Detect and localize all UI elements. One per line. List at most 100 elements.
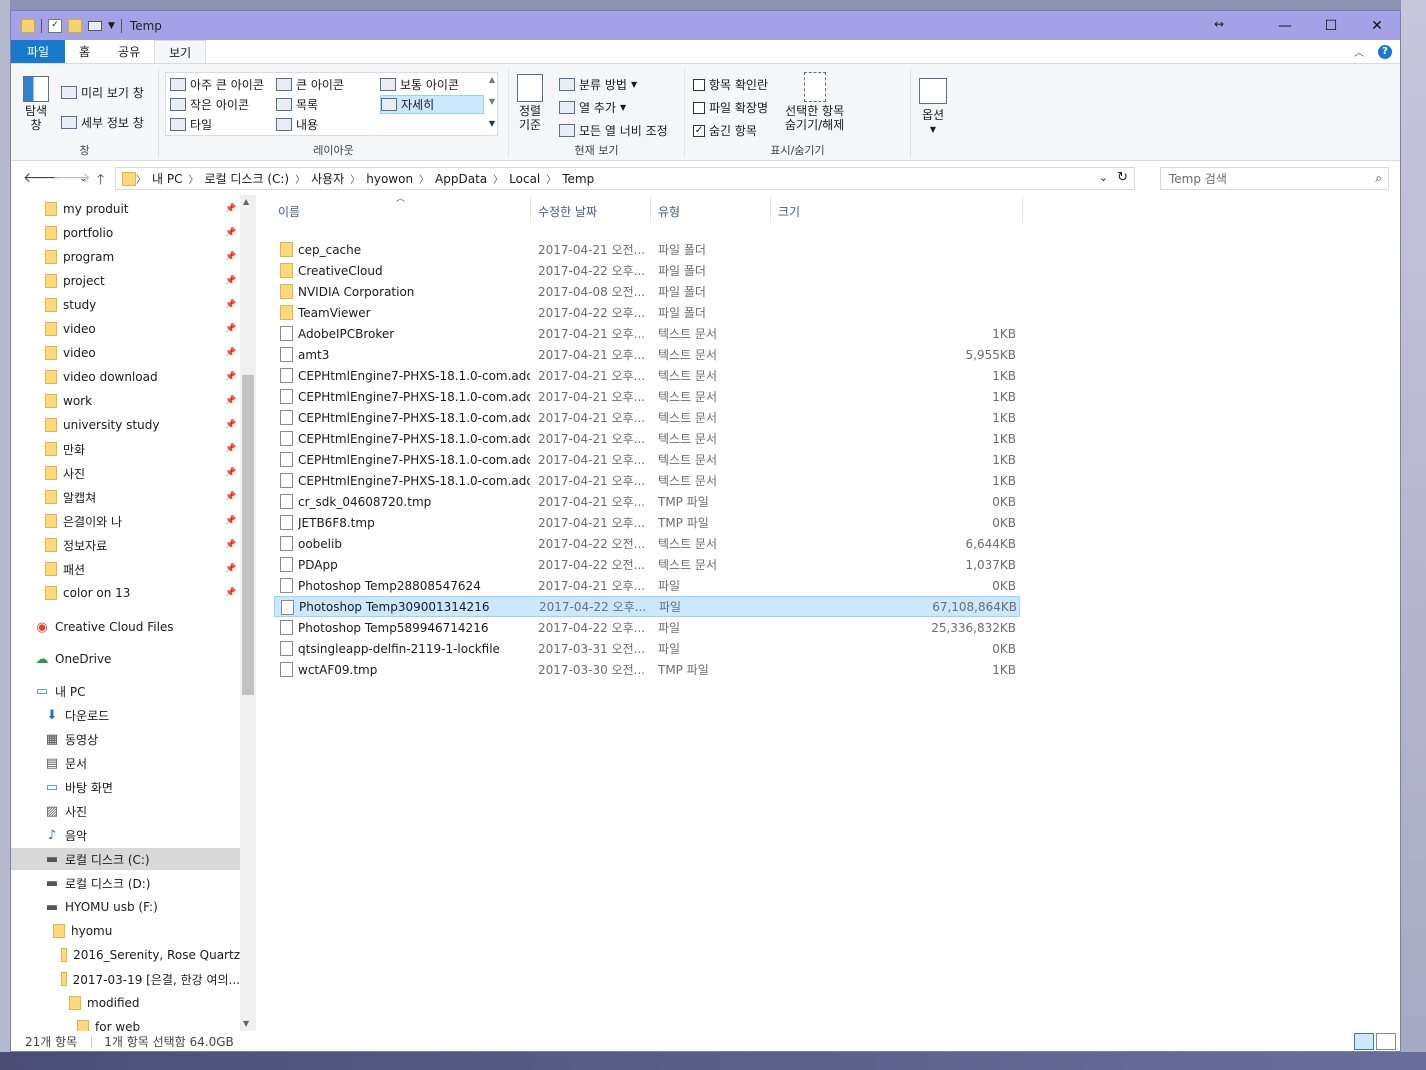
breadcrumb[interactable]: 내 PC bbox=[146, 170, 188, 187]
collapse-ribbon-icon[interactable]: ︿ bbox=[1354, 44, 1364, 59]
pin-icon[interactable]: 📌 bbox=[225, 444, 236, 454]
nav-item-quick-access[interactable]: my produit 📌 bbox=[11, 198, 240, 220]
item-checkboxes-toggle[interactable]: 항목 확인란 bbox=[693, 76, 768, 93]
nav-item-this-pc[interactable]: ▭ 내 PC bbox=[11, 680, 240, 702]
file-row[interactable]: Photoshop Temp309001314216 2017-04-22 오후.… bbox=[274, 596, 1020, 617]
file-row[interactable]: qtsingleapp-delfin-2119-1-lockfile 2017-0… bbox=[274, 638, 1020, 659]
layout-medium-icons[interactable]: 보통 아이콘 bbox=[380, 76, 459, 93]
pin-icon[interactable]: 📌 bbox=[225, 468, 236, 478]
pin-icon[interactable]: 📌 bbox=[225, 276, 236, 286]
pin-icon[interactable]: 📌 bbox=[225, 420, 236, 430]
close-button[interactable]: ✕ bbox=[1354, 11, 1400, 40]
pin-icon[interactable]: 📌 bbox=[225, 324, 236, 334]
hide-selected-button[interactable]: 선택한 항목 숨기기/해제 bbox=[785, 72, 844, 132]
pin-icon[interactable]: 📌 bbox=[225, 492, 236, 502]
nav-item-quick-access[interactable]: work 📌 bbox=[11, 390, 240, 412]
file-row[interactable]: Photoshop Temp589946714216 2017-04-22 오후.… bbox=[274, 617, 1020, 638]
pin-icon[interactable]: 📌 bbox=[225, 372, 236, 382]
nav-item-quick-access[interactable]: color on 13 📌 bbox=[11, 582, 240, 604]
nav-item-pc[interactable]: ▨ 사진 bbox=[11, 800, 240, 822]
nav-item-pc[interactable]: ▦ 동영상 bbox=[11, 728, 240, 750]
breadcrumb[interactable]: AppData bbox=[429, 172, 493, 186]
nav-item-quick-access[interactable]: study 📌 bbox=[11, 294, 240, 316]
nav-scrollbar[interactable]: ▲ ▼ bbox=[240, 195, 256, 1031]
file-row[interactable]: NVIDIA Corporation 2017-04-08 오전... 파일 폴더 bbox=[274, 281, 1020, 302]
group-by-button[interactable]: 분류 방법 ▼ bbox=[559, 76, 637, 93]
file-row[interactable]: amt3 2017-04-21 오후... 텍스트 문서 5,955KB bbox=[274, 344, 1020, 365]
layout-extra-large-icons[interactable]: 아주 큰 아이콘 bbox=[170, 76, 264, 93]
column-header-type[interactable]: 유형 bbox=[658, 203, 680, 220]
pin-icon[interactable]: 📌 bbox=[225, 252, 236, 262]
nav-item-quick-access[interactable]: 은결이와 나 📌 bbox=[11, 510, 240, 532]
file-row[interactable]: CEPHtmlEngine7-PHXS-18.1.0-com.ado... 201… bbox=[274, 470, 1020, 491]
preview-pane-button[interactable]: 미리 보기 창 bbox=[61, 84, 144, 101]
column-header-date[interactable]: 수정한 날짜 bbox=[538, 203, 597, 220]
file-row[interactable]: CEPHtmlEngine7-PHXS-18.1.0-com.ado... 201… bbox=[274, 407, 1020, 428]
scroll-up-icon[interactable]: ▲ bbox=[243, 197, 249, 206]
layout-expand-icon[interactable]: ▼ bbox=[489, 119, 495, 128]
file-row[interactable]: wctAF09.tmp 2017-03-30 오전... TMP 파일 1KB bbox=[274, 659, 1020, 680]
pin-icon[interactable]: 📌 bbox=[225, 540, 236, 550]
nav-item-quick-access[interactable]: program 📌 bbox=[11, 246, 240, 268]
nav-item-quick-access[interactable]: 알캡쳐 📌 bbox=[11, 486, 240, 508]
up-button[interactable]: 🡑 bbox=[97, 169, 104, 193]
checkbox-checked[interactable]: ✓ bbox=[693, 124, 705, 137]
tab-view[interactable]: 보기 bbox=[154, 40, 207, 63]
breadcrumb[interactable]: Temp bbox=[556, 172, 600, 186]
hidden-items-toggle[interactable]: ✓ 숨긴 항목 bbox=[693, 122, 757, 139]
layout-scroll-up-icon[interactable]: ▲ bbox=[489, 75, 495, 84]
details-pane-button[interactable]: 세부 정보 창 bbox=[61, 114, 144, 131]
nav-item-folder[interactable]: 2017-03-19 [은결, 한강 여의... bbox=[11, 968, 240, 990]
file-row[interactable]: cr_sdk_04608720.tmp 2017-04-21 오후... TMP 파… bbox=[274, 491, 1020, 512]
customize-toolbar-chevron-icon[interactable]: ▼ bbox=[108, 21, 115, 31]
nav-item-quick-access[interactable]: 패션 📌 bbox=[11, 558, 240, 580]
file-row[interactable]: AdobeIPCBroker 2017-04-21 오후... 텍스트 문서 1KB bbox=[274, 323, 1020, 344]
nav-item-quick-access[interactable]: 사진 📌 bbox=[11, 462, 240, 484]
file-row[interactable]: CEPHtmlEngine7-PHXS-18.1.0-com.ado... 201… bbox=[274, 386, 1020, 407]
pin-icon[interactable]: 📌 bbox=[225, 588, 236, 598]
file-extensions-toggle[interactable]: 파일 확장명 bbox=[693, 99, 768, 116]
search-icon[interactable]: ⌕ bbox=[1375, 171, 1382, 186]
nav-pane-button[interactable]: 탐색 창 bbox=[23, 76, 49, 132]
help-icon[interactable]: ? bbox=[1378, 44, 1392, 59]
sort-by-button[interactable]: 정렬 기준 bbox=[517, 74, 543, 132]
nav-item-pc[interactable]: ▭ 바탕 화면 bbox=[11, 776, 240, 798]
minimize-button[interactable]: — bbox=[1262, 11, 1308, 40]
size-all-columns-button[interactable]: 모든 열 너비 조정 bbox=[559, 122, 668, 139]
search-input[interactable]: Temp 검색 ⌕ bbox=[1160, 167, 1389, 190]
properties-icon[interactable]: ✓ bbox=[48, 18, 62, 33]
breadcrumb[interactable]: hyowon bbox=[360, 172, 419, 186]
layout-tiles[interactable]: 타일 bbox=[170, 116, 212, 133]
pin-icon[interactable]: 📌 bbox=[225, 516, 236, 526]
large-icons-view-button[interactable] bbox=[1376, 1033, 1396, 1050]
breadcrumb[interactable]: Local bbox=[503, 172, 546, 186]
nav-item-quick-access[interactable]: 만화 📌 bbox=[11, 438, 240, 460]
tab-share[interactable]: 공유 bbox=[104, 40, 154, 63]
layout-small-icons[interactable]: 작은 아이콘 bbox=[170, 96, 249, 113]
nav-item-creative-cloud[interactable]: ◉ Creative Cloud Files bbox=[11, 616, 240, 638]
nav-item-quick-access[interactable]: university study 📌 bbox=[11, 414, 240, 436]
pin-icon[interactable]: 📌 bbox=[225, 300, 236, 310]
nav-item-pc[interactable]: ⬇ 다운로드 bbox=[11, 704, 240, 726]
checkbox[interactable] bbox=[693, 101, 705, 114]
pin-icon[interactable]: 📌 bbox=[225, 204, 236, 214]
rename-icon[interactable] bbox=[88, 20, 102, 31]
file-row[interactable]: CEPHtmlEngine7-PHXS-18.1.0-com.ado... 201… bbox=[274, 365, 1020, 386]
address-history-chevron-icon[interactable]: ⌄ bbox=[1099, 171, 1108, 184]
pin-icon[interactable]: 📌 bbox=[225, 396, 236, 406]
file-row[interactable]: CEPHtmlEngine7-PHXS-18.1.0-com.ado... 201… bbox=[274, 449, 1020, 470]
nav-item-pc[interactable]: ▬ 로컬 디스크 (C:) bbox=[11, 848, 240, 870]
breadcrumb[interactable]: 사용자 bbox=[305, 170, 350, 187]
refresh-icon[interactable]: ↻ bbox=[1117, 170, 1128, 185]
layout-details[interactable]: 자세히 bbox=[380, 95, 484, 114]
file-row[interactable]: oobelib 2017-04-22 오전... 텍스트 문서 6,644KB bbox=[274, 533, 1020, 554]
new-folder-icon[interactable] bbox=[68, 18, 82, 33]
nav-item-folder[interactable]: hyomu bbox=[11, 920, 240, 942]
file-row[interactable]: cep_cache 2017-04-21 오전... 파일 폴더 bbox=[274, 239, 1020, 260]
address-bar[interactable]: 〉 내 PC 〉 로컬 디스크 (C:) 〉 사용자 〉 hyowon 〉 Ap… bbox=[115, 167, 1135, 190]
nav-item-pc[interactable]: ▬ 로컬 디스크 (D:) bbox=[11, 872, 240, 894]
file-row[interactable]: TeamViewer 2017-04-22 오후... 파일 폴더 bbox=[274, 302, 1020, 323]
nav-item-pc[interactable]: ♪ 음악 bbox=[11, 824, 240, 846]
pin-icon[interactable]: 📌 bbox=[225, 228, 236, 238]
nav-item-quick-access[interactable]: project 📌 bbox=[11, 270, 240, 292]
